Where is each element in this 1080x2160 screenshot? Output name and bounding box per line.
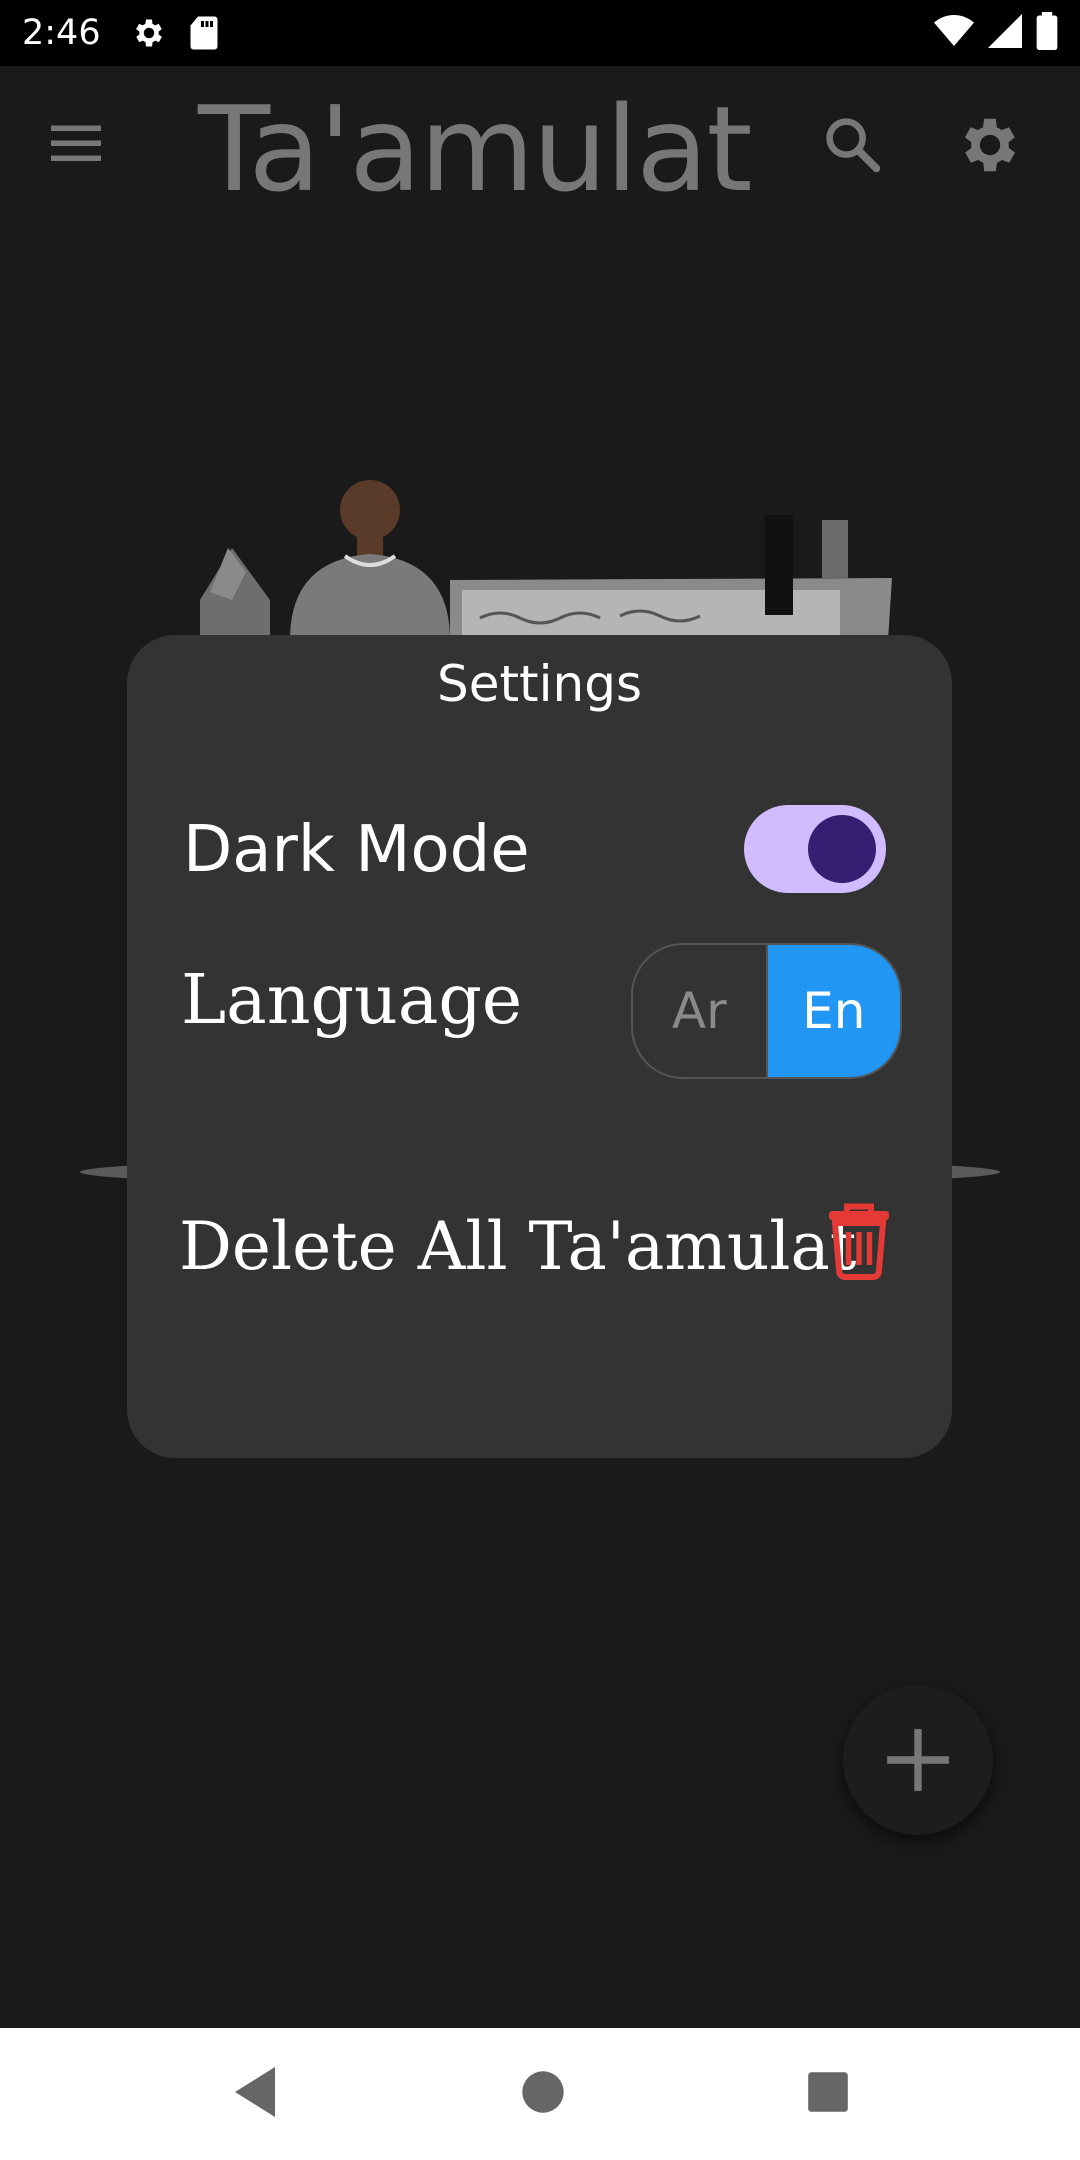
language-option-ar[interactable]: Ar	[633, 945, 768, 1077]
plus-icon	[887, 1729, 949, 1791]
battery-icon	[1036, 11, 1058, 55]
dialog-title: Settings	[436, 655, 643, 713]
sd-card-icon	[189, 15, 219, 51]
delete-all-row[interactable]: Delete All Ta'amulat	[179, 1190, 892, 1300]
menu-icon[interactable]	[46, 118, 106, 173]
delete-all-label: Delete All Ta'amulat	[179, 1208, 857, 1285]
gear-icon	[131, 15, 167, 51]
language-selector: Ar En	[631, 943, 902, 1079]
recents-icon[interactable]	[806, 2070, 850, 2119]
language-label: Language	[181, 961, 523, 1040]
signal-icon	[988, 13, 1022, 53]
dark-mode-row: Dark Mode	[183, 805, 892, 895]
navigation-bar	[0, 2028, 1080, 2160]
status-time: 2:46	[22, 13, 101, 53]
app-title: Ta'amulat	[198, 80, 753, 218]
toggle-knob	[808, 815, 876, 883]
add-button[interactable]	[843, 1685, 993, 1835]
settings-dialog: Settings Dark Mode Language Ar En Delete…	[127, 635, 952, 1458]
home-icon[interactable]	[520, 2069, 566, 2120]
app-bar: Ta'amulat	[0, 66, 1080, 221]
back-icon[interactable]	[230, 2064, 280, 2125]
settings-icon[interactable]	[955, 110, 1025, 185]
status-bar: 2:46	[0, 0, 1080, 66]
language-row: Language Ar En	[181, 943, 902, 1083]
wifi-icon	[934, 14, 974, 53]
trash-icon[interactable]	[826, 1202, 892, 1285]
language-option-en[interactable]: En	[767, 945, 900, 1077]
dark-mode-toggle[interactable]	[744, 805, 886, 893]
dark-mode-label: Dark Mode	[183, 813, 530, 887]
search-icon[interactable]	[820, 112, 886, 183]
